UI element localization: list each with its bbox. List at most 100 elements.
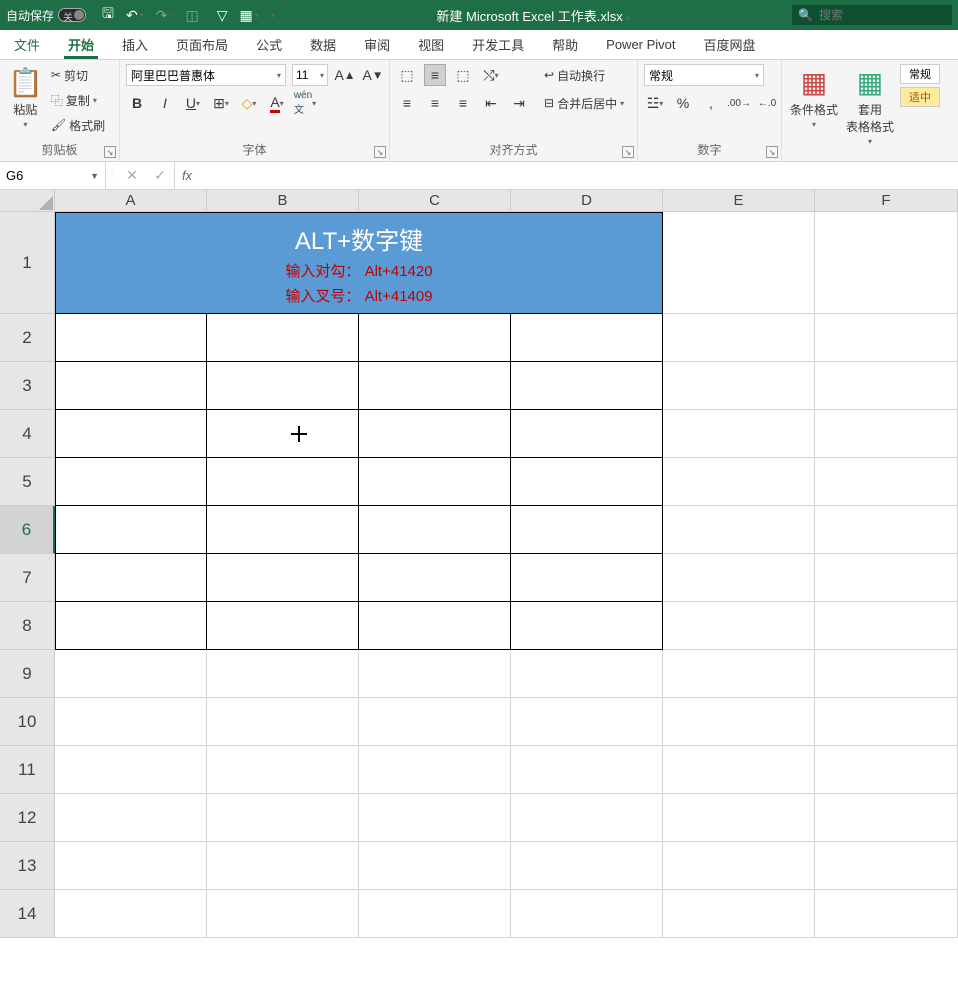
tab-formulas[interactable]: 公式 — [242, 30, 296, 59]
cell[interactable] — [207, 602, 359, 650]
tab-view[interactable]: 视图 — [404, 30, 458, 59]
phonetic-button[interactable]: wén文▾ — [294, 92, 316, 114]
increase-font-icon[interactable]: A▲ — [334, 64, 356, 86]
col-header-B[interactable]: B — [207, 190, 359, 211]
cell[interactable] — [55, 458, 207, 506]
row-header-1[interactable]: 1 — [0, 212, 55, 314]
cell[interactable] — [663, 554, 815, 602]
align-middle-icon[interactable]: ≡ — [424, 64, 446, 86]
col-header-F[interactable]: F — [815, 190, 958, 211]
col-header-E[interactable]: E — [663, 190, 815, 211]
name-box[interactable]: G6 ▼ — [0, 162, 106, 189]
cell[interactable] — [359, 410, 511, 458]
row-header-4[interactable]: 4 — [0, 410, 55, 458]
cell[interactable] — [207, 554, 359, 602]
currency-icon[interactable]: ☳▾ — [644, 92, 666, 114]
tab-help[interactable]: 帮助 — [538, 30, 592, 59]
cell[interactable] — [815, 698, 958, 746]
align-right-icon[interactable]: ≡ — [452, 92, 474, 114]
cell[interactable] — [511, 698, 663, 746]
font-size-select[interactable]: 11▾ — [292, 64, 328, 86]
indent-decrease-icon[interactable]: ⇤ — [480, 92, 502, 114]
cell[interactable] — [663, 458, 815, 506]
cell[interactable] — [815, 554, 958, 602]
search-input[interactable] — [819, 8, 946, 22]
cell[interactable] — [207, 794, 359, 842]
toggle-switch[interactable]: 关 — [58, 8, 86, 22]
cell[interactable] — [55, 410, 207, 458]
tab-layout[interactable]: 页面布局 — [162, 30, 242, 59]
row-header-13[interactable]: 13 — [0, 842, 55, 890]
cell[interactable] — [207, 314, 359, 362]
cell[interactable] — [511, 506, 663, 554]
cell-style-neutral[interactable]: 适中 — [900, 87, 940, 107]
row-header-2[interactable]: 2 — [0, 314, 55, 362]
row-header-11[interactable]: 11 — [0, 746, 55, 794]
autosave-toggle[interactable]: 自动保存 关 — [0, 7, 92, 24]
row-header-7[interactable]: 7 — [0, 554, 55, 602]
cell[interactable] — [663, 794, 815, 842]
cell[interactable] — [511, 314, 663, 362]
comma-icon[interactable]: , — [700, 92, 722, 114]
cell[interactable] — [663, 314, 815, 362]
increase-decimal-icon[interactable]: .00→ — [728, 92, 750, 114]
cell[interactable] — [207, 698, 359, 746]
cell[interactable] — [359, 794, 511, 842]
tab-file[interactable]: 文件 — [0, 30, 54, 59]
cell[interactable] — [359, 554, 511, 602]
cell[interactable] — [815, 602, 958, 650]
namebox-dropdown-icon[interactable]: ▼ — [90, 171, 99, 181]
cell[interactable] — [511, 602, 663, 650]
cell[interactable] — [55, 890, 207, 938]
cancel-formula-icon[interactable]: ✕ — [118, 167, 146, 184]
cell[interactable] — [511, 746, 663, 794]
cell[interactable] — [663, 602, 815, 650]
cell[interactable] — [207, 458, 359, 506]
font-color-button[interactable]: A▾ — [266, 92, 288, 114]
cell[interactable] — [359, 698, 511, 746]
cell[interactable] — [663, 212, 815, 314]
number-dialog-launcher[interactable]: ↘ — [766, 146, 778, 158]
formula-input[interactable] — [199, 162, 958, 189]
cell[interactable] — [55, 554, 207, 602]
tab-developer[interactable]: 开发工具 — [458, 30, 538, 59]
cell[interactable] — [55, 698, 207, 746]
select-all-corner[interactable] — [0, 190, 55, 211]
align-left-icon[interactable]: ≡ — [396, 92, 418, 114]
row-header-12[interactable]: 12 — [0, 794, 55, 842]
cell[interactable] — [663, 362, 815, 410]
font-dialog-launcher[interactable]: ↘ — [374, 146, 386, 158]
format-painter-button[interactable]: 🖌格式刷 — [49, 114, 107, 136]
tab-home[interactable]: 开始 — [54, 30, 108, 59]
percent-icon[interactable]: % — [672, 92, 694, 114]
cell[interactable] — [359, 746, 511, 794]
font-name-select[interactable]: 阿里巴巴普惠体▾ — [126, 64, 286, 86]
orientation-icon[interactable]: ⤭▾ — [480, 64, 502, 86]
form-icon[interactable]: ▦▾ — [239, 7, 258, 24]
cell[interactable] — [207, 506, 359, 554]
cell[interactable] — [663, 890, 815, 938]
col-header-A[interactable]: A — [55, 190, 207, 211]
cell[interactable] — [663, 650, 815, 698]
cell[interactable] — [207, 746, 359, 794]
col-header-D[interactable]: D — [511, 190, 663, 211]
fx-icon[interactable]: fx — [175, 162, 199, 189]
border-button[interactable]: ⊞▾ — [210, 92, 232, 114]
merged-cell-A1D1[interactable]: ALT+数字键 输入对勾： Alt+41420 输入叉号： Alt+41409 — [55, 212, 663, 314]
decrease-font-icon[interactable]: A▼ — [362, 64, 384, 86]
tab-powerpivot[interactable]: Power Pivot — [592, 30, 689, 59]
tab-baidu[interactable]: 百度网盘 — [690, 30, 770, 59]
align-dialog-launcher[interactable]: ↘ — [622, 146, 634, 158]
undo-icon[interactable]: ↶▾ — [126, 7, 144, 24]
touch-mode-icon[interactable]: ◫▾ — [185, 7, 204, 24]
cell[interactable] — [511, 842, 663, 890]
indent-increase-icon[interactable]: ⇥ — [508, 92, 530, 114]
tab-review[interactable]: 审阅 — [350, 30, 404, 59]
row-header-10[interactable]: 10 — [0, 698, 55, 746]
cell[interactable] — [511, 362, 663, 410]
search-box[interactable]: 🔍 — [792, 5, 952, 25]
row-header-3[interactable]: 3 — [0, 362, 55, 410]
wrap-text-button[interactable]: ↩自动换行 — [542, 64, 626, 86]
align-bottom-icon[interactable]: ⬚ — [452, 64, 474, 86]
cell[interactable] — [55, 314, 207, 362]
